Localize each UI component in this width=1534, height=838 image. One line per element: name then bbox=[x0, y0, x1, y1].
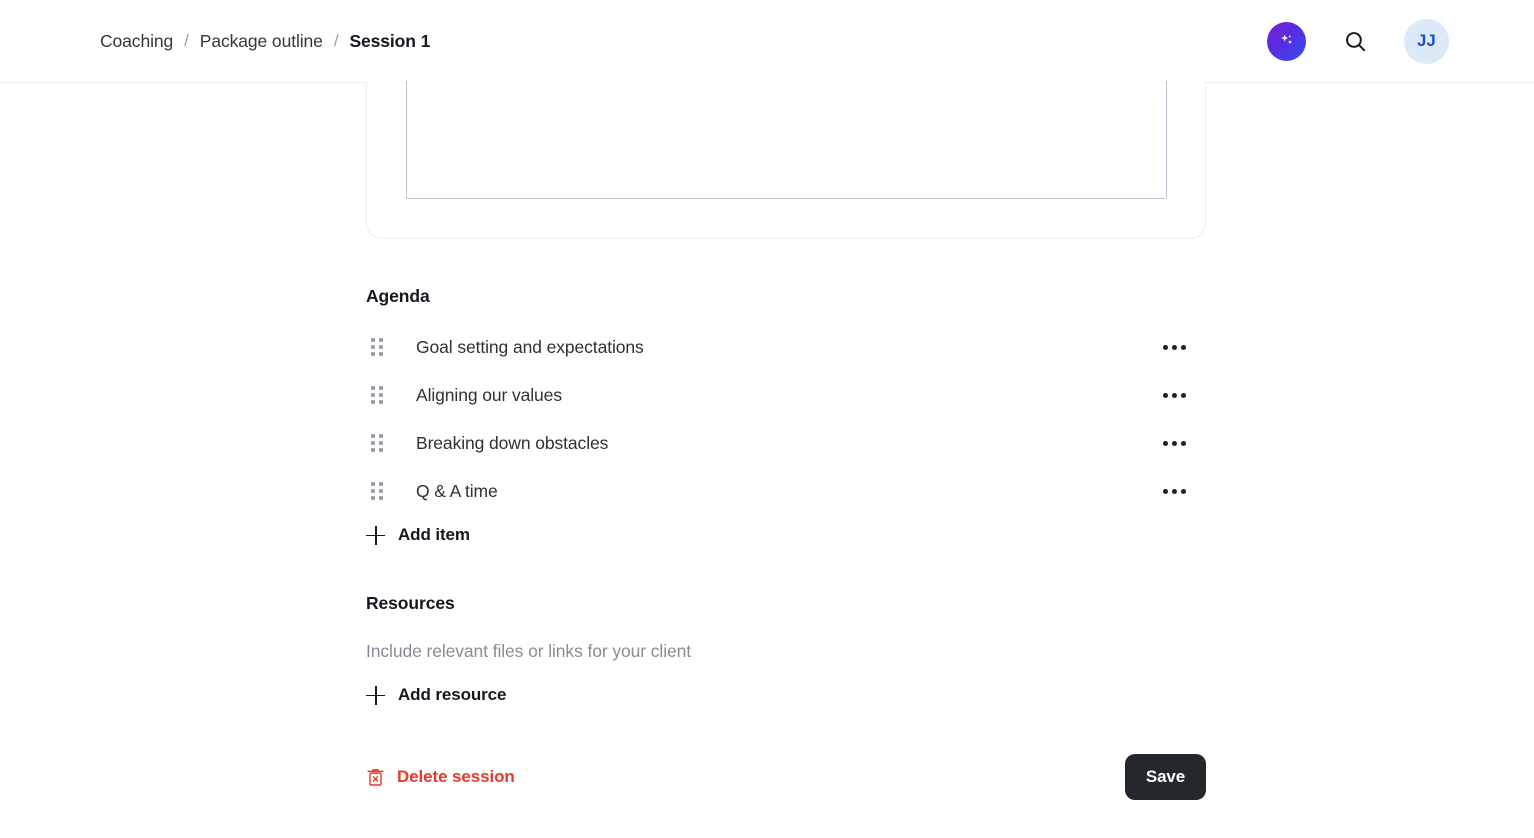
resources-section: Resources Include relevant files or link… bbox=[366, 593, 1206, 705]
search-icon bbox=[1345, 31, 1365, 51]
breadcrumb-separator: / bbox=[333, 31, 339, 50]
agenda-item-label[interactable]: Aligning our values bbox=[416, 385, 562, 406]
ai-assistant-button[interactable] bbox=[1267, 21, 1306, 61]
agenda-section: Agenda Goal setting and expectations Ali… bbox=[366, 286, 1206, 545]
agenda-title: Agenda bbox=[366, 286, 430, 306]
agenda-item-row[interactable]: Aligning our values bbox=[366, 371, 1206, 419]
agenda-item-label[interactable]: Q & A time bbox=[416, 481, 498, 502]
drag-handle-icon[interactable] bbox=[369, 479, 385, 503]
drag-handle-icon[interactable] bbox=[369, 431, 385, 455]
session-notes-input[interactable] bbox=[406, 81, 1167, 199]
add-resource-label: Add resource bbox=[398, 685, 507, 704]
save-button[interactable]: Save bbox=[1125, 754, 1206, 800]
session-panel: Agenda Goal setting and expectations Ali… bbox=[366, 81, 1206, 800]
ai-sparkle-icon bbox=[1280, 34, 1292, 45]
add-resource-button[interactable]: Add resource bbox=[366, 685, 506, 705]
avatar-initials: JJ bbox=[1417, 31, 1436, 50]
add-item-label: Add item bbox=[398, 525, 470, 544]
header-actions: JJ bbox=[1267, 18, 1449, 64]
main-content: Agenda Goal setting and expectations Ali… bbox=[0, 81, 1534, 837]
breadcrumb-item-coaching[interactable]: Coaching bbox=[100, 31, 173, 52]
delete-session-label: Delete session bbox=[397, 767, 515, 786]
resources-title: Resources bbox=[366, 593, 455, 613]
agenda-item-row[interactable]: Breaking down obstacles bbox=[366, 419, 1206, 467]
session-notes-card bbox=[366, 81, 1206, 239]
search-button[interactable] bbox=[1340, 26, 1370, 56]
agenda-item-label[interactable]: Breaking down obstacles bbox=[416, 433, 608, 454]
breadcrumb-item-session-1: Session 1 bbox=[349, 30, 431, 51]
breadcrumb-separator: / bbox=[184, 31, 189, 50]
agenda-item-row[interactable]: Q & A time bbox=[366, 467, 1206, 515]
drag-handle-icon[interactable] bbox=[369, 383, 385, 407]
delete-session-button[interactable]: Delete session bbox=[366, 767, 515, 787]
add-item-button[interactable]: Add item bbox=[366, 525, 470, 545]
agenda-item-menu-button[interactable] bbox=[1157, 476, 1191, 506]
resources-hint: Include relevant files or links for your… bbox=[366, 641, 692, 661]
agenda-item-row[interactable]: Goal setting and expectations bbox=[366, 323, 1206, 371]
agenda-list: Goal setting and expectations Aligning o… bbox=[366, 323, 1206, 515]
app-header: Coaching / Package outline / Session 1 J… bbox=[0, 0, 1534, 83]
agenda-item-label[interactable]: Goal setting and expectations bbox=[416, 337, 644, 358]
agenda-item-menu-button[interactable] bbox=[1157, 380, 1191, 410]
session-actions: Delete session Save bbox=[366, 754, 1206, 800]
breadcrumb-item-package-outline[interactable]: Package outline bbox=[200, 31, 323, 52]
avatar[interactable]: JJ bbox=[1404, 18, 1449, 64]
plus-icon bbox=[366, 525, 385, 545]
drag-handle-icon[interactable] bbox=[369, 335, 385, 359]
agenda-item-menu-button[interactable] bbox=[1157, 332, 1191, 362]
agenda-item-menu-button[interactable] bbox=[1157, 428, 1191, 458]
trash-delete-icon bbox=[367, 769, 384, 786]
plus-icon bbox=[366, 685, 385, 705]
breadcrumb: Coaching / Package outline / Session 1 bbox=[100, 31, 430, 52]
